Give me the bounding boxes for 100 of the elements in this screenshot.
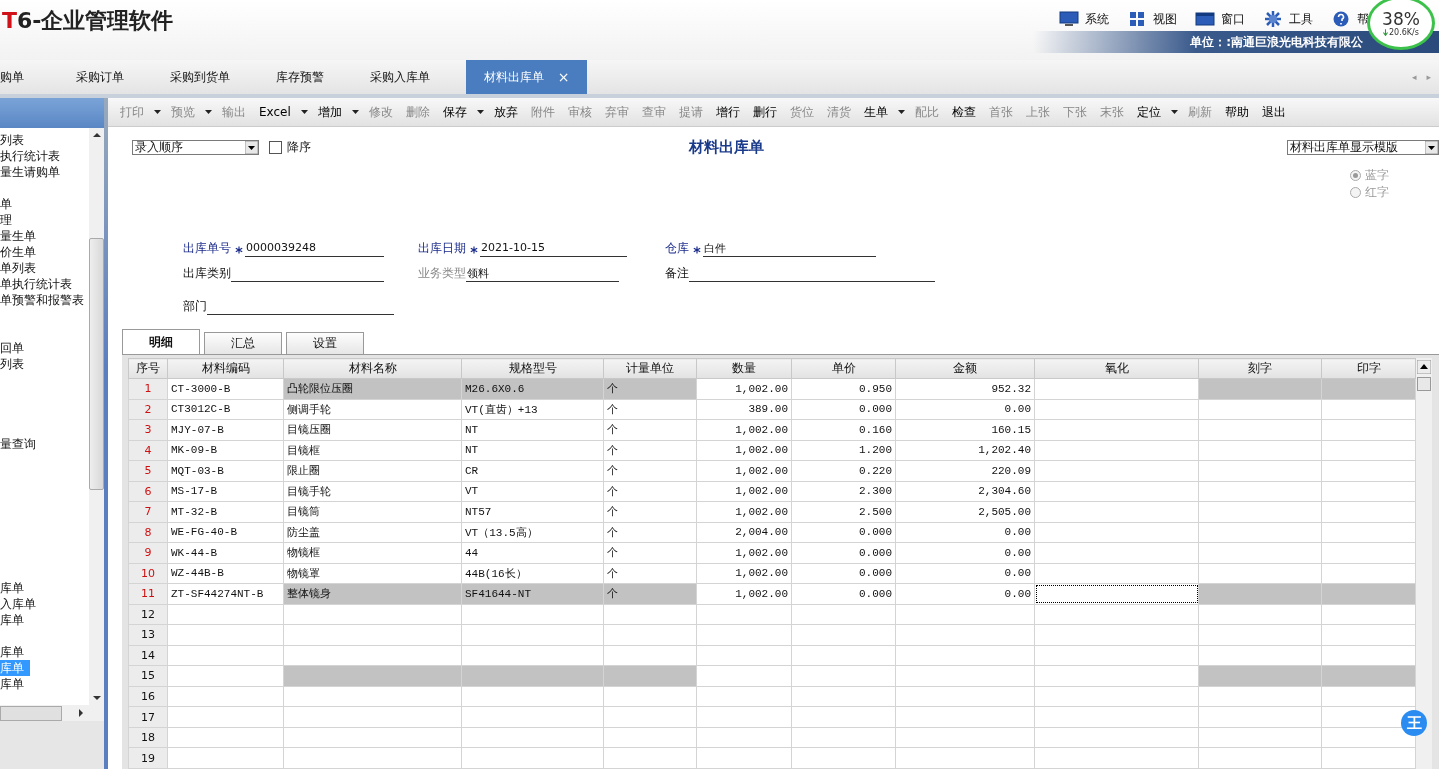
table-cell[interactable]: 0.000 [791,399,896,420]
toolbar-button[interactable]: 检查 [948,101,979,123]
table-row[interactable]: 16 [128,686,1416,707]
table-cell[interactable]: 0.160 [791,419,896,441]
table-cell[interactable]: WZ-44B-B [167,563,284,584]
column-header[interactable]: 印字 [1321,358,1416,379]
sidebar-item[interactable]: 价生单 [0,244,86,260]
template-select[interactable]: 材料出库单显示模版 [1287,139,1439,155]
table-row[interactable]: 14 [128,645,1416,666]
scroll-thumb[interactable] [89,238,104,490]
table-cell[interactable]: 0.220 [791,460,896,482]
table-cell[interactable]: 44B(16长） [461,563,604,584]
menu-item[interactable]: 视图 [1127,9,1177,29]
table-cell[interactable]: 限止圈 [283,460,462,482]
table-cell[interactable]: WK-44-B [167,542,284,564]
table-cell[interactable]: 1.200 [791,440,896,461]
toolbar-button[interactable]: 增行 [712,101,743,123]
table-cell[interactable]: 1,002.00 [696,563,792,584]
table-row[interactable]: 15 [128,665,1416,687]
table-cell[interactable]: NT [461,440,604,461]
table-cell[interactable]: 2.300 [791,481,896,502]
sidebar-item[interactable]: 理 [0,212,86,228]
document-tab[interactable]: 材料出库单 × [466,60,587,94]
sidebar-item[interactable]: 列表 [0,132,86,148]
input-field[interactable]: 2021-10-15 [480,241,627,257]
table-cell[interactable]: 0.000 [791,522,896,543]
table-cell[interactable]: 1,002.00 [696,419,792,441]
table-row[interactable]: 3 MJY-07-B 目镜压圈 NT 个 1,002.00 0.160 160.15 [128,419,1416,441]
table-cell[interactable]: 1,002.00 [696,583,792,605]
sidebar-item[interactable]: 库单 [0,580,86,596]
sidebar-item[interactable]: 回单 [0,340,86,356]
table-row[interactable]: 13 [128,624,1416,646]
table-cell[interactable]: 0.000 [791,542,896,564]
scroll-up-icon[interactable] [92,132,101,138]
column-header[interactable]: 规格型号 [461,358,604,379]
column-header[interactable]: 金额 [895,358,1035,379]
table-cell[interactable]: CT-3000-B [167,378,284,399]
sidebar-item[interactable]: 单执行统计表 [0,276,86,292]
table-cell[interactable]: 1,002.00 [696,501,792,523]
table-cell[interactable]: 1,002.00 [696,542,792,564]
table-cell[interactable]: 个 [603,460,697,482]
table-cell[interactable]: 个 [603,419,697,441]
checkbox[interactable] [269,140,282,154]
close-tab-button[interactable]: × [557,69,570,85]
toolbar-button[interactable]: 定位 [1133,101,1164,123]
column-header[interactable]: 序号 [128,358,168,379]
table-cell[interactable]: MQT-03-B [167,460,284,482]
menu-item[interactable]: 系统 [1059,9,1109,29]
menu-item[interactable]: 帮 [1331,9,1369,29]
toolbar-button[interactable]: 生单 [860,101,891,123]
table-row[interactable]: 19 [128,747,1416,769]
sidebar-item[interactable]: 入库单 [0,596,86,612]
scrollbar[interactable] [0,705,104,721]
table-cell[interactable]: 个 [603,542,697,564]
table-cell[interactable]: 防尘盖 [283,522,462,543]
table-cell[interactable]: 目镜手轮 [283,481,462,502]
table-row[interactable]: 7 MT-32-B 目镜筒 NT57 个 1,002.00 2.500 2,505.00 [128,501,1416,523]
detail-tab[interactable]: 设置 [286,332,364,354]
table-cell[interactable]: 2.500 [791,501,896,523]
table-cell[interactable]: ZT-SF44274NT-B [167,583,284,605]
table-cell[interactable]: 目镜筒 [283,501,462,523]
table-cell[interactable]: 个 [603,440,697,461]
table-row[interactable]: 6 MS-17-B 目镜手轮 VT 个 1,002.00 2.300 2,304.60 [128,481,1416,502]
table-cell[interactable]: 1,002.00 [696,481,792,502]
sidebar-item[interactable]: 单列表 [0,260,86,276]
sidebar-item[interactable]: 单预警和报警表 [0,292,86,308]
table-row[interactable]: 12 [128,604,1416,625]
table-cell[interactable]: 个 [603,501,697,523]
toolbar-button[interactable]: 保存 [439,101,470,123]
scroll-down-icon[interactable] [92,695,101,701]
document-tab[interactable]: 采购订单 [50,60,150,94]
table-cell[interactable]: 个 [603,563,697,584]
table-cell[interactable]: 44 [461,542,604,564]
table-cell[interactable]: 目镜框 [283,440,462,461]
caret-icon[interactable] [300,110,308,114]
document-tab[interactable]: 购单 [0,60,50,94]
sidebar-item[interactable]: 执行统计表 [0,148,86,164]
toolbar-button[interactable]: 退出 [1258,101,1289,123]
sidebar-item[interactable]: 量生单 [0,228,86,244]
table-cell[interactable]: 侧调手轮 [283,399,462,420]
document-tab[interactable]: 采购入库单 [350,60,450,94]
scroll-right-icon[interactable] [78,709,84,717]
table-cell[interactable]: CT3012C-B [167,399,284,420]
table-cell[interactable]: 0.00 [895,563,1035,584]
toolbar-button[interactable]: Excel [256,103,294,121]
detail-tab[interactable]: 汇总 [204,332,282,354]
table-cell[interactable]: 个 [603,522,697,543]
table-row[interactable]: 1 CT-3000-B 凸轮限位压圈 M26.6X0.6 个 1,002.00 0.950 952.32 [128,378,1416,399]
table-row[interactable]: 11 ZT-SF44274NT-B 整体镜身 SF41644-NT 个 1,002.00 0.000 0.00 [128,583,1416,605]
column-header[interactable]: 数量 [696,358,792,379]
column-header[interactable]: 计量单位 [603,358,697,379]
toolbar-button[interactable]: 删行 [749,101,780,123]
table-row[interactable]: 4 MK-09-B 目镜框 NT 个 1,002.00 1.200 1,202.40 [128,440,1416,461]
table-cell[interactable]: 0.00 [895,522,1035,543]
table-cell[interactable]: 0.000 [791,583,896,605]
table-cell[interactable]: 个 [603,399,697,420]
table-cell[interactable]: NT57 [461,501,604,523]
detail-tab[interactable]: 明细 [122,329,200,354]
column-header[interactable]: 材料名称 [283,358,462,379]
table-cell[interactable]: 物镜框 [283,542,462,564]
